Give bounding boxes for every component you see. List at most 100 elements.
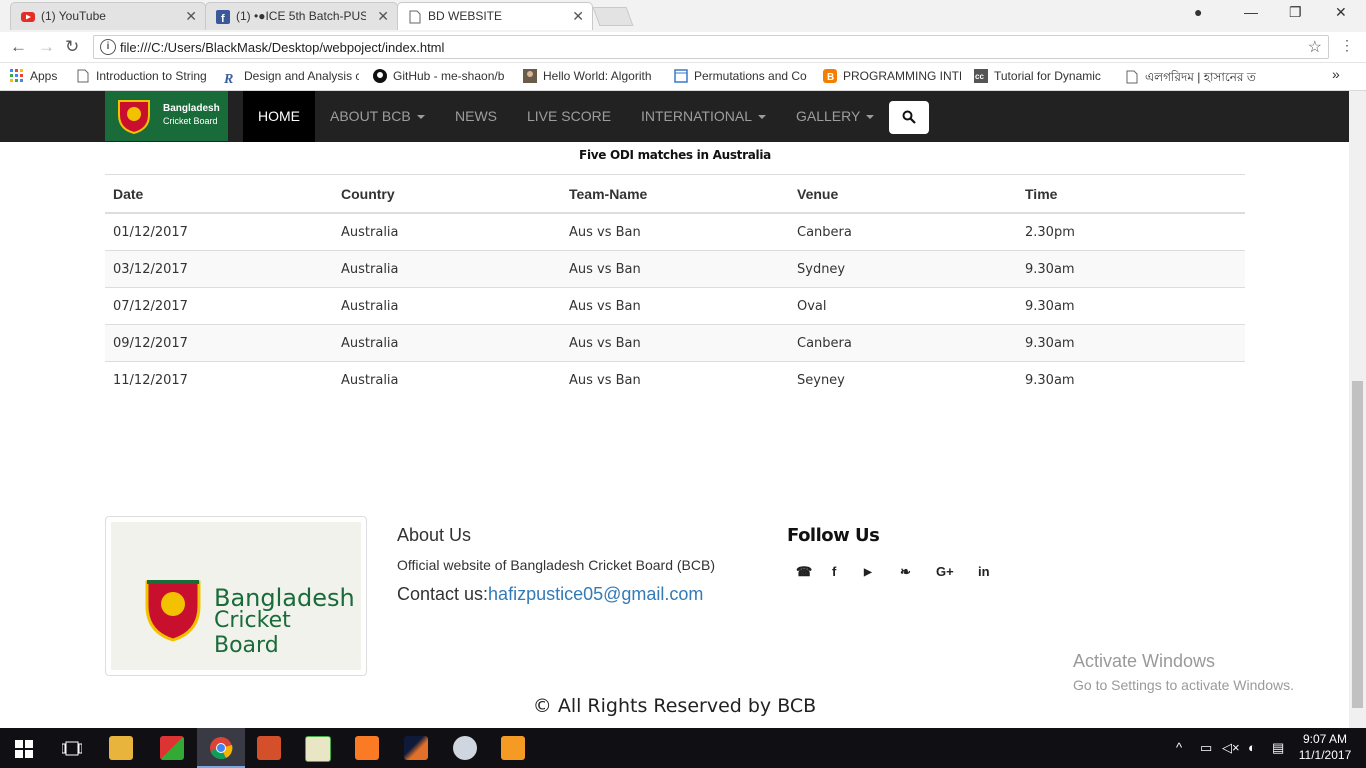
- footer-logo: Bangladesh Cricket Board: [105, 516, 367, 676]
- nav-news[interactable]: NEWS: [455, 91, 497, 142]
- bangla-keyboard-icon[interactable]: [257, 736, 281, 760]
- contact-label: Contact us:: [397, 584, 489, 604]
- bookmark-item[interactable]: Hello World: Algorith: [523, 69, 661, 83]
- notifications-icon[interactable]: ▤: [1272, 740, 1284, 756]
- bookmark-label: Permutations and Co: [694, 69, 807, 83]
- cell: Canbera: [789, 212, 1017, 251]
- clock-date: 11/1/2017: [1298, 748, 1352, 762]
- phone-icon[interactable]: ☎: [796, 564, 812, 580]
- task-view-icon[interactable]: [62, 741, 82, 756]
- cell: 03/12/2017: [105, 250, 333, 288]
- youtube-icon[interactable]: ▶: [864, 567, 872, 578]
- nav-about-bcb[interactable]: ABOUT BCB: [330, 91, 425, 142]
- bookmark-item[interactable]: এলগরিদম | হাসানের ত: [1125, 69, 1265, 89]
- bookmark-item[interactable]: Permutations and Co: [674, 69, 809, 83]
- copyright: © All Rights Reserved by BCB: [532, 695, 817, 717]
- windows-start-icon[interactable]: [15, 740, 33, 758]
- back-icon[interactable]: ←: [10, 37, 27, 57]
- bookmark-item[interactable]: Apps: [10, 69, 57, 83]
- cell: Australia: [333, 361, 561, 398]
- table-row: 07/12/2017 Australia Aus vs Ban Oval 9.30am: [105, 287, 1245, 325]
- twitter-icon[interactable]: ❧: [900, 564, 911, 580]
- tab-title: BD WEBSITE: [428, 9, 503, 23]
- table-row: 01/12/2017 Australia Aus vs Ban Canbera 2.30…: [105, 212, 1245, 251]
- page-scrollbar[interactable]: [1349, 91, 1366, 728]
- r-icon: R: [224, 72, 234, 86]
- bookmark-label: PROGRAMMING INTE: [843, 69, 961, 83]
- weather-icon[interactable]: ◐: [1248, 740, 1256, 755]
- bookmark-item[interactable]: Introduction to String: [76, 69, 211, 83]
- matlab-icon[interactable]: [404, 736, 428, 760]
- restore-icon[interactable]: ❐: [1289, 4, 1302, 21]
- site-logo[interactable]: Bangladesh Cricket Board: [105, 91, 228, 141]
- clock[interactable]: 9:07 AM 11/1/2017: [1290, 731, 1360, 763]
- address-bar[interactable]: i file:///C:/Users/BlackMask/Desktop/web…: [93, 35, 1329, 59]
- sublime-text-icon[interactable]: [501, 736, 525, 760]
- nav-home[interactable]: HOME: [243, 91, 315, 142]
- clock-time: 9:07 AM: [1302, 732, 1348, 746]
- bookmark-label: Hello World: Algorith: [543, 69, 652, 83]
- bookmarks-bar: Apps Introduction to String R Design and …: [0, 63, 1366, 91]
- bookmark-label: Introduction to String: [96, 69, 207, 83]
- nav-live-score[interactable]: LIVE SCORE: [527, 91, 611, 142]
- bookmark-item[interactable]: cc Tutorial for Dynamic: [974, 69, 1112, 83]
- page-icon: [1126, 70, 1138, 84]
- close-icon[interactable]: ✕: [377, 8, 389, 25]
- window-icon: [674, 69, 688, 83]
- cell: Canbera: [789, 324, 1017, 362]
- cell: Aus vs Ban: [561, 324, 789, 362]
- svg-text:B: B: [827, 72, 834, 83]
- table-header-row: Date Country Team-Name Venue Time: [105, 174, 1245, 214]
- reload-icon[interactable]: ↻: [65, 37, 79, 57]
- show-hidden-icons[interactable]: ^: [1176, 740, 1182, 755]
- file-explorer-icon[interactable]: [109, 736, 133, 760]
- scrollbar-thumb[interactable]: [1352, 381, 1363, 708]
- cell: Australia: [333, 287, 561, 325]
- forward-icon[interactable]: →: [38, 37, 55, 57]
- bcb-shield-icon: [118, 100, 150, 135]
- search-button[interactable]: [889, 101, 929, 134]
- github-icon: [373, 69, 387, 83]
- chrome-taskbar-active[interactable]: [197, 728, 245, 768]
- google-plus-icon[interactable]: G+: [936, 564, 954, 579]
- bookmark-star-icon[interactable]: ☆: [1308, 37, 1322, 57]
- contact-email-link[interactable]: hafizpustice05@gmail.com: [488, 584, 703, 604]
- xampp-icon[interactable]: [355, 736, 379, 760]
- facebook-icon[interactable]: f: [832, 564, 836, 579]
- bookmark-item[interactable]: R Design and Analysis c: [224, 69, 359, 86]
- network-icon[interactable]: ▭: [1200, 740, 1212, 756]
- tab-bd-website[interactable]: BD WEBSITE ✕: [397, 2, 593, 30]
- tab-youtube[interactable]: (1) YouTube ✕: [10, 2, 206, 30]
- close-window-icon[interactable]: ✕: [1335, 4, 1347, 21]
- page-icon: [77, 69, 89, 83]
- tab-facebook[interactable]: f (1) •●ICE 5th Batch-PUST ✕: [205, 2, 398, 30]
- page-icon: [409, 10, 421, 24]
- app-icon[interactable]: [453, 736, 477, 760]
- more-bookmarks-icon[interactable]: »: [1332, 66, 1340, 82]
- logo-line1: Bangladesh: [163, 103, 220, 114]
- bcb-shield-icon: [145, 580, 201, 642]
- close-icon[interactable]: ✕: [185, 8, 197, 25]
- cell: Aus vs Ban: [561, 361, 789, 398]
- new-tab-button[interactable]: [592, 7, 634, 26]
- info-icon[interactable]: i: [100, 39, 116, 55]
- bookmark-item[interactable]: GitHub - me-shaon/b: [373, 69, 511, 83]
- facebook-icon: f: [216, 10, 230, 24]
- cell: 9.30am: [1017, 250, 1245, 288]
- col-venue: Venue: [789, 174, 1017, 214]
- address-url[interactable]: file:///C:/Users/BlackMask/Desktop/webpo…: [120, 40, 444, 55]
- bookmark-item[interactable]: B PROGRAMMING INTE: [823, 69, 961, 83]
- close-icon[interactable]: ✕: [572, 8, 584, 25]
- notepad-icon[interactable]: [305, 736, 331, 762]
- menu-icon[interactable]: ⋮: [1340, 37, 1354, 54]
- minimize-icon[interactable]: —: [1244, 4, 1258, 20]
- col-country: Country: [333, 174, 561, 214]
- winrar-icon[interactable]: [160, 736, 184, 760]
- volume-icon[interactable]: ◁×: [1222, 740, 1240, 756]
- profile-icon[interactable]: ●: [1194, 4, 1202, 20]
- col-team-name: Team-Name: [561, 174, 789, 214]
- nav-international[interactable]: INTERNATIONAL: [641, 91, 766, 142]
- nav-gallery[interactable]: GALLERY: [796, 91, 875, 142]
- linkedin-icon[interactable]: in: [978, 564, 990, 579]
- cc-icon: cc: [974, 69, 988, 83]
